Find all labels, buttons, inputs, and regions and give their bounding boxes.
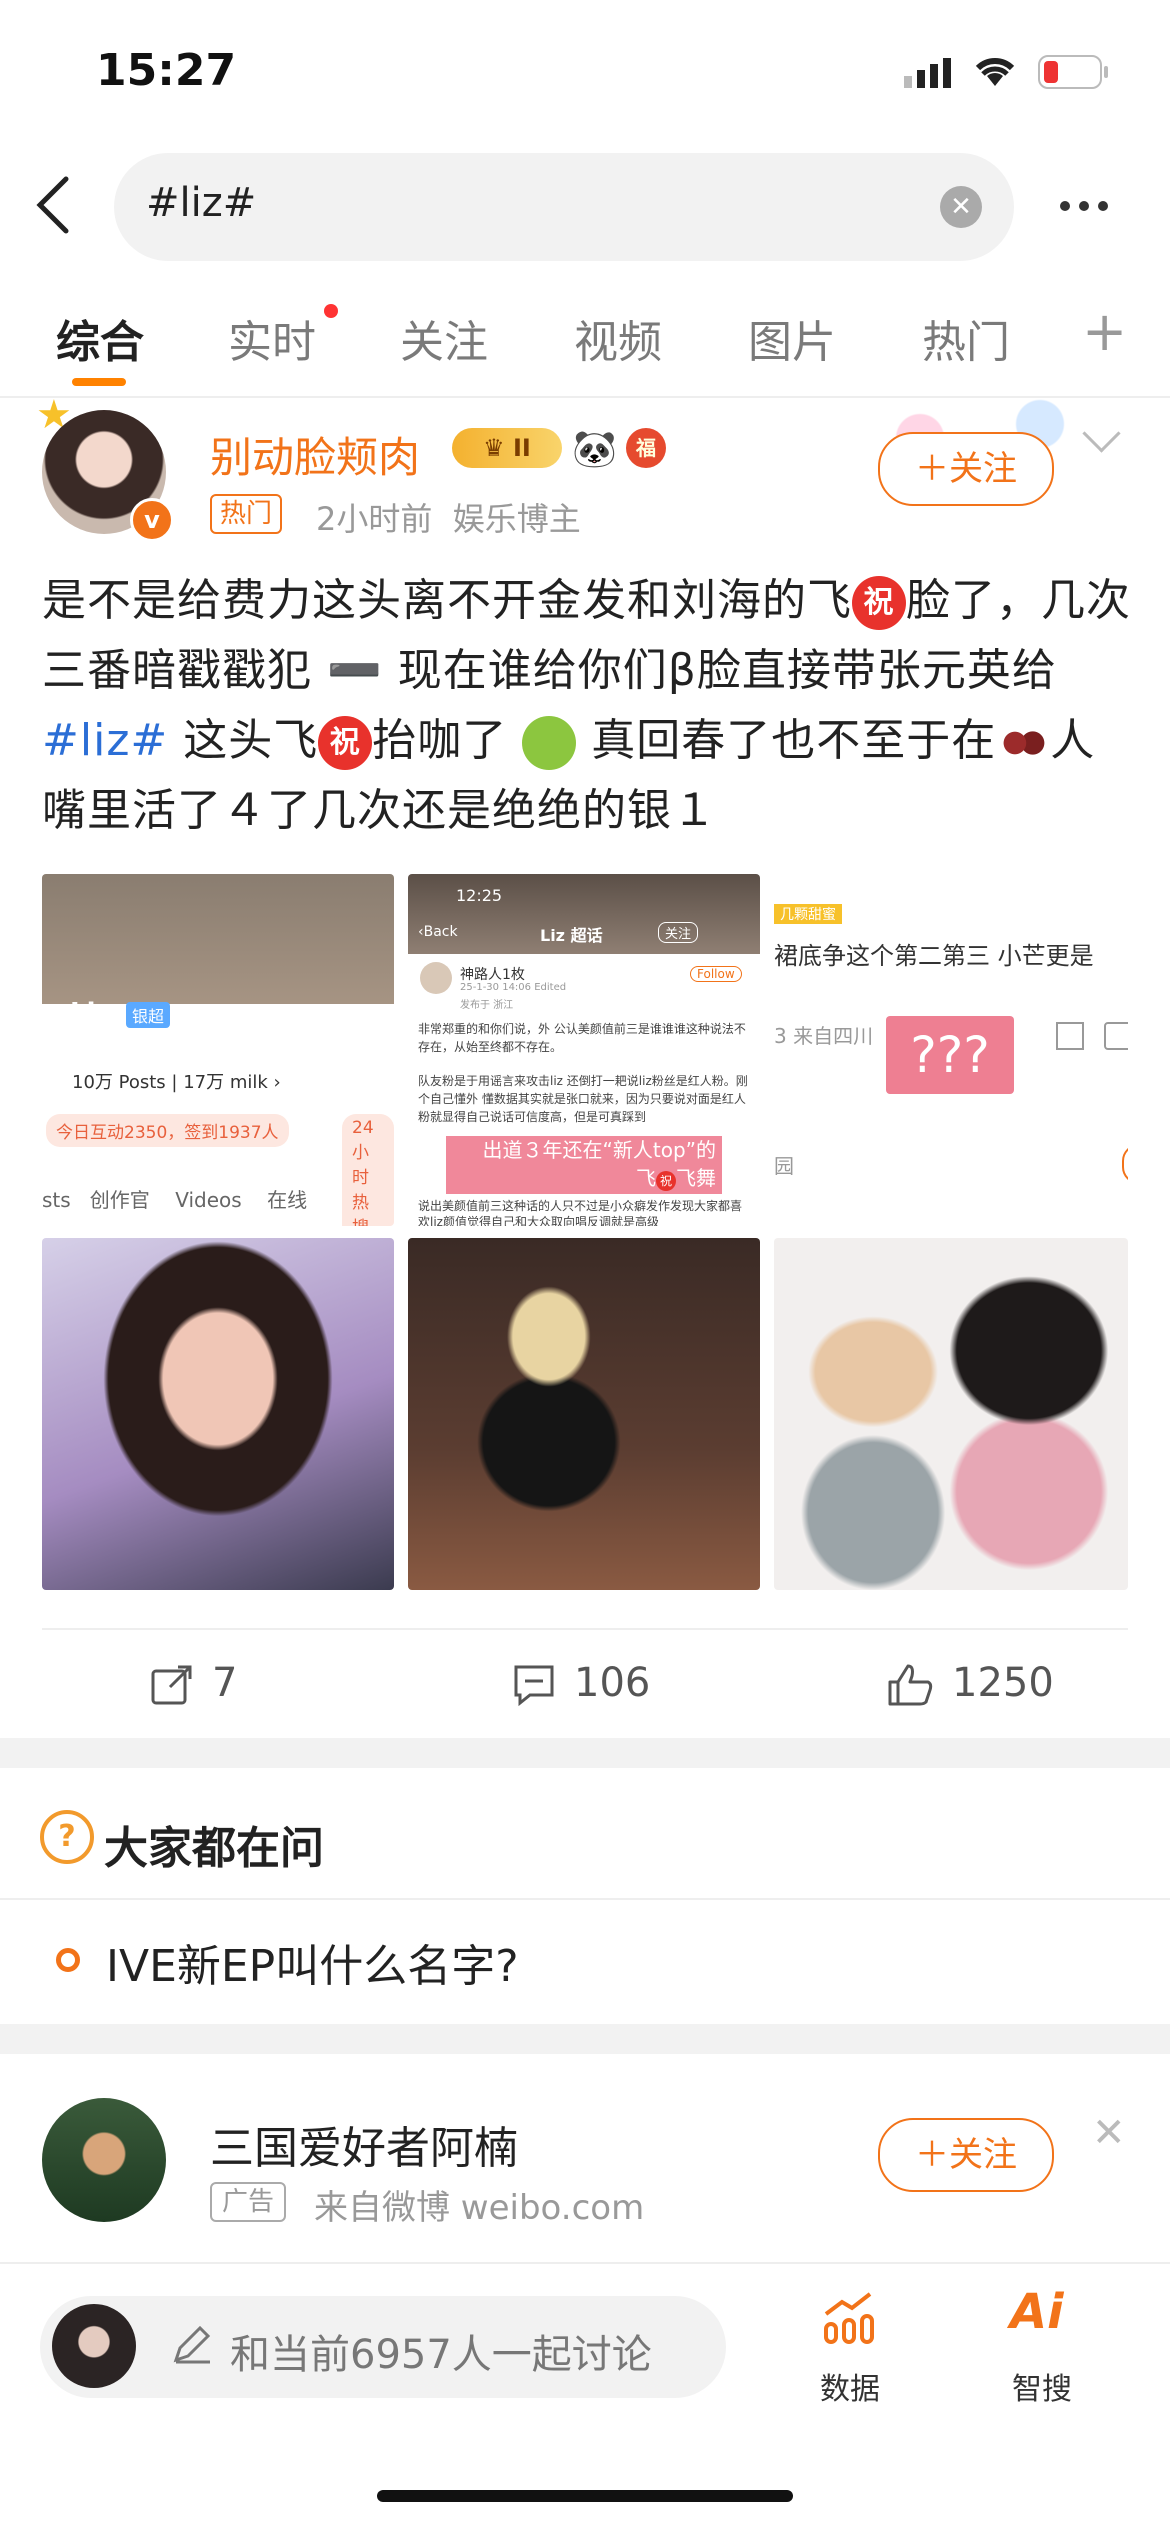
- img1-tabs: sts 创作官 Videos 在线: [42, 1188, 308, 1212]
- post-meta: 2小时前 娱乐博主: [316, 500, 581, 538]
- tab-video[interactable]: 视频: [574, 306, 662, 370]
- img2-overlay: 出道３年还在“新人top”的 飞祝飞舞: [446, 1136, 722, 1194]
- active-tab-indicator: [72, 378, 126, 386]
- img2-p2: 队友粉是于用谣言来攻击liz 还倒打一耙说liz粉丝是红人粉。刚个自己懂外 懂数…: [418, 1074, 748, 1124]
- close-icon[interactable]: ✕: [1092, 2110, 1126, 2156]
- close-icon: ✕: [950, 192, 972, 222]
- chevron-left-icon: [36, 176, 69, 234]
- ad-name[interactable]: 三国爱好者阿楠: [210, 2112, 518, 2176]
- img2-follow: 关注: [658, 922, 699, 943]
- img2-date: 25-1-30 14:06 Edited: [460, 982, 567, 993]
- img3-comment-icon: [1104, 1022, 1128, 1050]
- ai-search-button[interactable]: Ai 智搜: [982, 2284, 1102, 2407]
- tab-hot[interactable]: 热门: [922, 306, 1010, 370]
- post-image-5[interactable]: [408, 1238, 760, 1590]
- post-image-4[interactable]: [42, 1238, 394, 1590]
- img2-from: 发布于 浙江: [460, 1000, 514, 1011]
- tab-comprehensive[interactable]: 综合: [56, 306, 144, 370]
- post-divider: [42, 1628, 1128, 1630]
- more-options-button[interactable]: [1060, 196, 1117, 215]
- clear-search-button[interactable]: ✕: [940, 186, 982, 228]
- img2-p1: 非常郑重的和你们说，外 公认美颜值前三是谁谁谁这种说法不存在，从始至终都不存在。: [418, 1022, 746, 1054]
- beans-emoji-icon: [996, 716, 1051, 770]
- img1-counts: 10万 Posts | 17万 milk ›: [72, 1072, 281, 1093]
- img3-line2: 3 来自四川: [774, 1024, 874, 1048]
- section-gap: [0, 2024, 1170, 2054]
- signal-icon: [904, 58, 954, 92]
- repost-icon: [151, 1665, 192, 1705]
- img3-qqq: ???: [886, 1016, 1014, 1094]
- back-button[interactable]: [34, 175, 74, 235]
- hashtag-link[interactable]: #liz#: [42, 715, 168, 766]
- post-text: 是不是给费力这头离不开金发和刘海的飞祝脸了，几次三番暗戳戳犯 ➖ 现在谁给你们β…: [42, 575, 1131, 836]
- fortune-badge-icon: 福: [626, 428, 666, 468]
- img2-time: 12:25: [456, 886, 503, 905]
- comment-button[interactable]: 106: [512, 1660, 650, 1707]
- data-label: 数据: [820, 2372, 880, 2407]
- img3-share-icon: [1056, 1022, 1084, 1050]
- img2-avatar: [420, 962, 452, 994]
- status-time: 15:27: [96, 45, 237, 96]
- ai-label: 智搜: [1012, 2372, 1072, 2407]
- bottom-divider: [0, 2262, 1170, 2264]
- post-image-3[interactable]: 几颗甜蜜 裙底争这个第二第三 小芒更是 3 来自四川 ??? 园: [774, 874, 1128, 1226]
- plus-icon[interactable]: +: [1082, 300, 1127, 363]
- question-icon: ?: [40, 1810, 94, 1864]
- wifi-icon: [972, 52, 1018, 92]
- ad-follow-button[interactable]: ＋关注: [878, 2118, 1054, 2192]
- battery-icon: [1038, 55, 1110, 93]
- img3-line3: 园: [774, 1154, 794, 1178]
- user-avatar: [52, 2304, 136, 2388]
- data-button[interactable]: 数据: [790, 2290, 910, 2407]
- discussion-placeholder: 和当前6957人一起讨论: [230, 2332, 652, 2378]
- tab-realtime[interactable]: 实时: [228, 306, 316, 370]
- img3-tag: 几颗甜蜜: [774, 904, 842, 924]
- img2-back: ‹Back: [418, 924, 458, 940]
- nauseated-emoji-icon: [522, 716, 577, 770]
- img3-follow-icon: [1122, 1144, 1128, 1184]
- home-indicator: [377, 2490, 793, 2502]
- ai-icon: Ai: [1010, 2284, 1064, 2340]
- ask-divider: [0, 1898, 1170, 1900]
- chevron-down-icon[interactable]: [1082, 414, 1121, 453]
- img1-interact: 今日互动2350，签到1937人: [46, 1114, 289, 1147]
- tab-images[interactable]: 图片: [748, 306, 836, 370]
- post-username[interactable]: 别动脸颊肉: [210, 424, 420, 485]
- data-chart-icon: [824, 2292, 874, 2344]
- section-gap: [0, 1738, 1170, 1768]
- img2-user: 神路人1枚: [460, 967, 525, 983]
- post-image-1[interactable]: Liz 银超 10万 Posts | 17万 milk › 今日互动2350，签…: [42, 874, 394, 1226]
- img2-p3: 说出美颜值前三这种话的人只不过是小众癖发作发现大家都喜欢liz颜值觉得自己和大众…: [418, 1199, 743, 1226]
- ad-avatar[interactable]: [42, 2098, 166, 2222]
- panda-badge-icon: 🐼: [572, 429, 617, 470]
- search-query: #liz#: [146, 180, 257, 226]
- post-image-2[interactable]: 12:25 ‹Back Liz 超话 关注 神路人1枚 25-1-30 14:0…: [408, 874, 760, 1226]
- thumbs-up-icon: [888, 1664, 933, 1706]
- post-image-6[interactable]: [774, 1238, 1128, 1590]
- new-dot: [324, 304, 338, 318]
- like-button[interactable]: 1250: [886, 1660, 1054, 1708]
- img3-line1: 裙底争这个第二第三 小芒更是: [774, 942, 1094, 970]
- img2-title: Liz 超话: [540, 926, 603, 945]
- verified-icon: v: [130, 498, 174, 542]
- img2-user-follow: Follow: [690, 966, 742, 982]
- ask-question[interactable]: IVE新EP叫什么名字?: [106, 1930, 519, 1994]
- pencil-icon: [170, 2322, 214, 2370]
- emoji-zhu-icon: 祝: [318, 716, 373, 770]
- comment-icon: [514, 1665, 554, 1707]
- img1-name: Liz: [70, 998, 111, 1028]
- ad-from: 来自微博 weibo.com: [314, 2188, 645, 2228]
- hot-tag: 热门: [210, 494, 283, 534]
- img1-hot24: 24小时热搜: [342, 1114, 394, 1226]
- ask-title: 大家都在问: [104, 1823, 324, 1874]
- repost-button[interactable]: 7: [150, 1660, 237, 1707]
- img1-badge: 银超: [126, 1002, 171, 1028]
- ad-tag: 广告: [210, 2182, 287, 2222]
- bullet-icon: [56, 1948, 80, 1972]
- vip-badge: ♛ II: [452, 428, 562, 468]
- follow-button[interactable]: ＋关注: [878, 432, 1054, 506]
- emoji-zhu-icon: 祝: [852, 576, 906, 630]
- tab-following[interactable]: 关注: [400, 306, 488, 370]
